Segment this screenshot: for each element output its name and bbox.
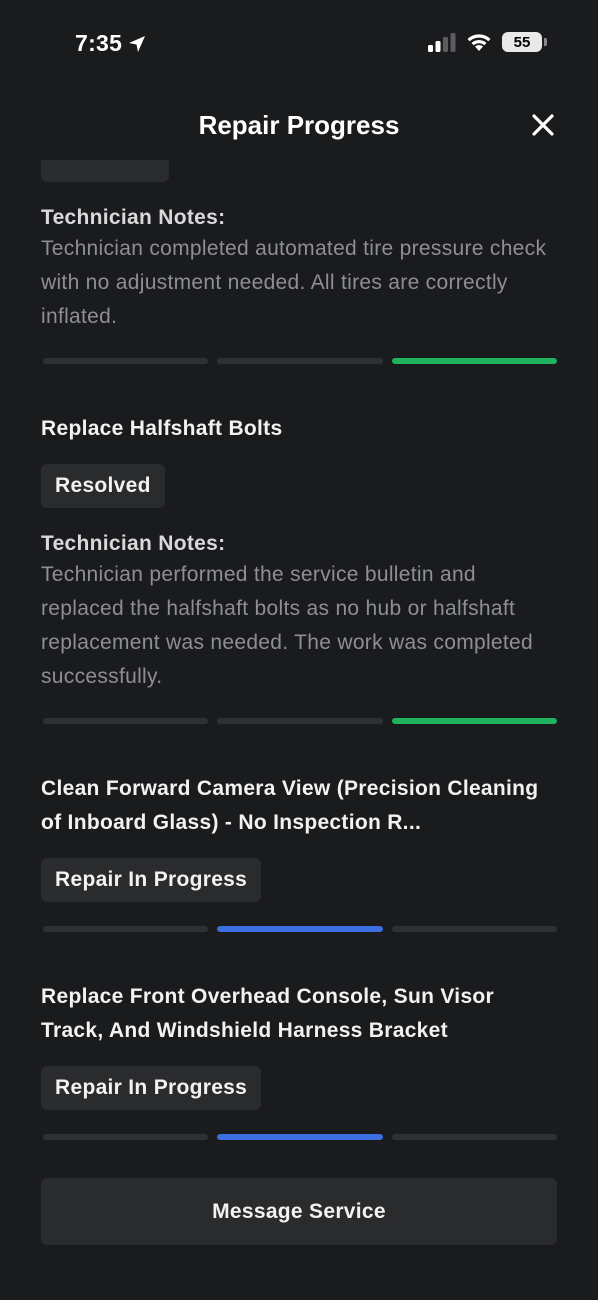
repair-item: Replace Halfshaft Bolts Resolved Technic…	[41, 412, 557, 724]
page-title: Repair Progress	[198, 110, 400, 140]
progress-segment	[391, 926, 557, 932]
status-badge: Resolved	[41, 464, 165, 508]
close-button[interactable]	[528, 110, 558, 140]
message-service-button[interactable]: Message Service	[41, 1178, 557, 1245]
clock-text: 7:35	[75, 30, 123, 56]
technician-notes: Technician completed automated tire pres…	[41, 237, 547, 328]
progress-segment	[43, 718, 209, 724]
notes-label: Technician Notes:	[41, 532, 226, 555]
progress-segment	[43, 926, 209, 932]
wifi-icon	[467, 34, 491, 51]
location-arrow-icon	[129, 35, 146, 52]
repair-item: Technician Notes: Technician completed a…	[41, 206, 557, 364]
progress-segment	[217, 1134, 383, 1140]
cellular-signal-icon	[428, 33, 456, 52]
progress-bar	[43, 718, 557, 724]
notes-label: Technician Notes:	[41, 206, 226, 229]
progress-bar	[43, 926, 557, 932]
progress-segment	[43, 1134, 209, 1140]
progress-segment	[391, 718, 557, 724]
status-bar: 7:35 55	[0, 0, 598, 90]
repair-title: Replace Halfshaft Bolts	[41, 417, 283, 440]
repair-item: Clean Forward Camera View (Precision Cle…	[41, 772, 557, 932]
progress-segment	[391, 358, 557, 364]
status-badge: Repair In Progress	[41, 858, 262, 902]
technician-notes: Technician performed the service bulleti…	[41, 563, 534, 688]
repair-item: Replace Front Overhead Console, Sun Viso…	[41, 980, 557, 1140]
progress-segment	[217, 926, 383, 932]
battery-level: 55	[513, 33, 531, 51]
progress-segment	[217, 718, 383, 724]
progress-segment	[391, 1134, 557, 1140]
status-badge: Repair In Progress	[41, 1066, 262, 1110]
progress-segment	[43, 358, 209, 364]
status-time: 7:35	[75, 30, 146, 57]
close-icon	[532, 114, 554, 136]
battery-icon: 55	[502, 32, 547, 52]
progress-bar	[43, 358, 557, 364]
status-indicators: 55	[428, 32, 547, 52]
progress-bar	[43, 1134, 557, 1140]
progress-segment	[217, 358, 383, 364]
repair-title: Clean Forward Camera View (Precision Cle…	[41, 777, 539, 834]
status-chip-clipped	[41, 160, 169, 182]
header: Repair Progress	[0, 100, 598, 152]
repair-list[interactable]: Technician Notes: Technician completed a…	[41, 160, 557, 1140]
repair-title: Replace Front Overhead Console, Sun Viso…	[41, 985, 495, 1042]
